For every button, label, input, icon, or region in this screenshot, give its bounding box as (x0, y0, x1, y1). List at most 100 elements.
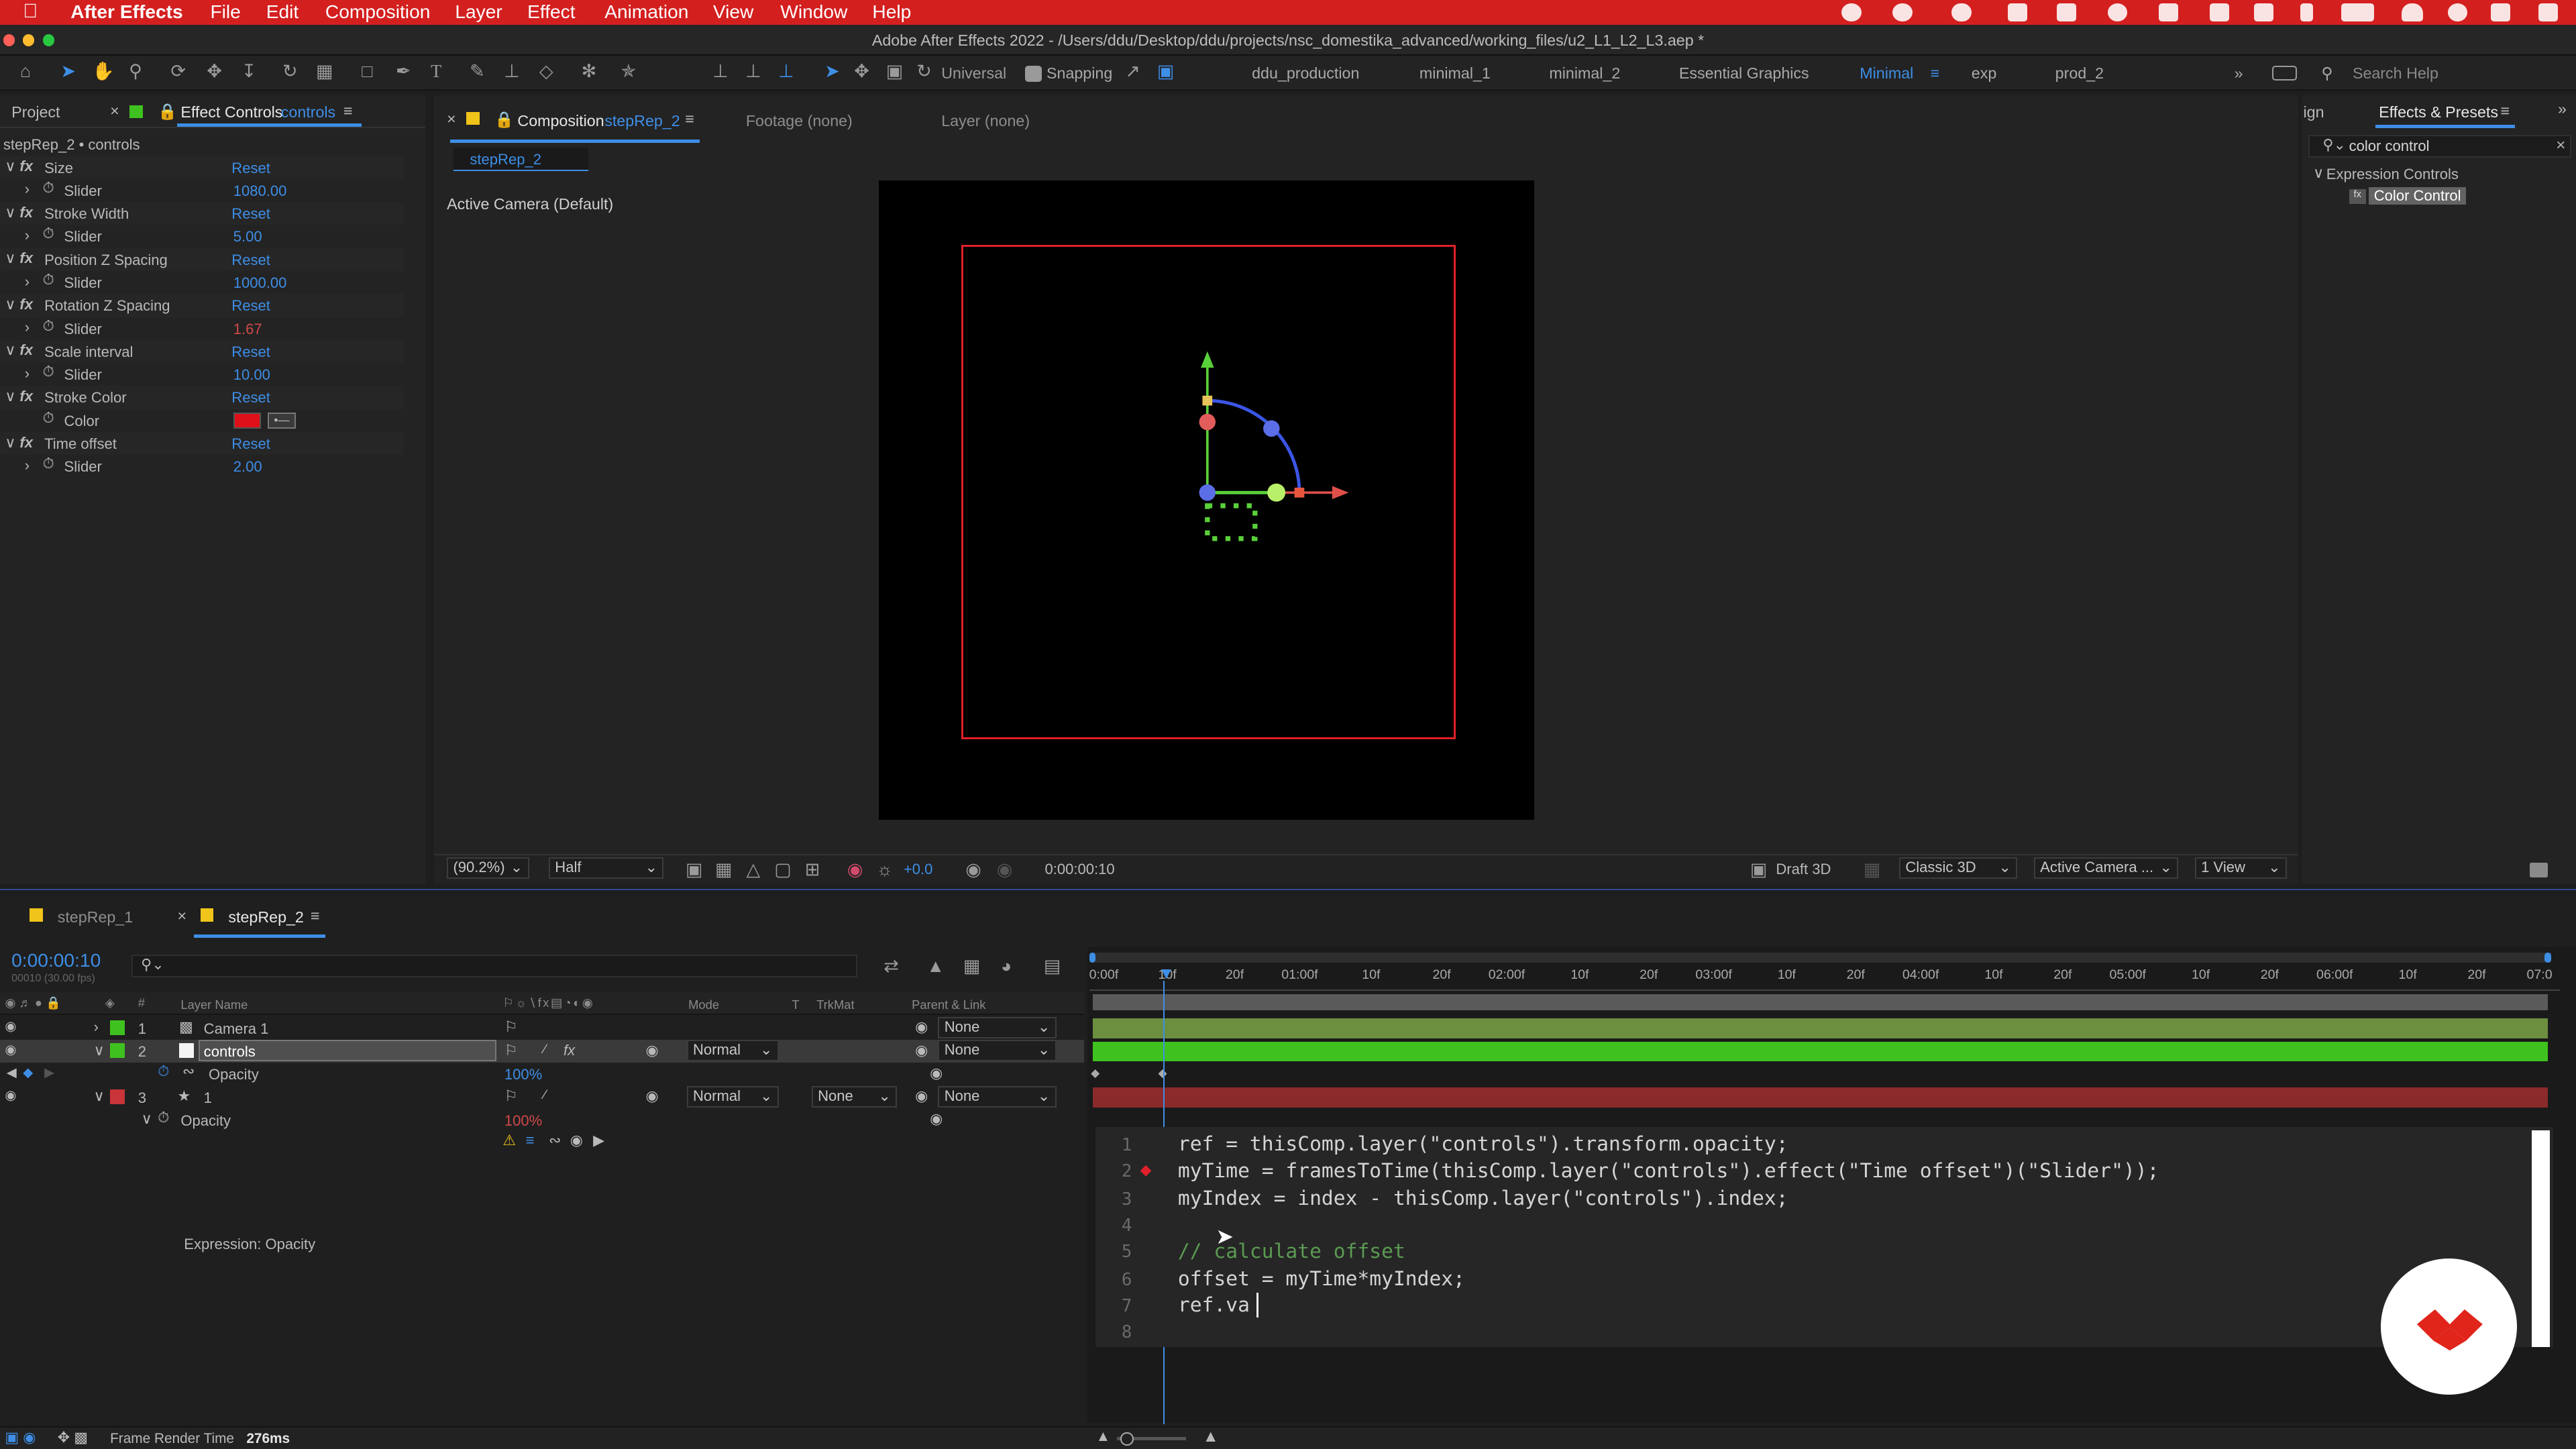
roto-brush-icon[interactable]: ✻ (578, 61, 600, 83)
stopwatch-icon[interactable]: ⏱ (43, 317, 54, 335)
region-of-interest-icon[interactable]: ▢ (772, 859, 794, 881)
transparency-grid-icon[interactable]: ▦ (713, 859, 735, 881)
clear-search-icon[interactable]: × (2556, 136, 2565, 155)
scale-3d-icon[interactable]: ▣ (884, 61, 906, 83)
draft-3d-icon[interactable]: ▣ (1748, 859, 1770, 881)
reset-exposure-icon[interactable]: ☼ (874, 859, 896, 881)
code-line-6[interactable]: offset = myTime*myIndex; (1178, 1267, 1465, 1290)
code-line-7[interactable]: ref.va (1178, 1293, 1250, 1316)
tab-layer[interactable]: Layer (none) (941, 112, 1030, 130)
pan-behind-icon[interactable]: ▦ (314, 61, 335, 83)
shy-switch-icon[interactable]: ⚐ (504, 1018, 518, 1036)
bluetooth-icon[interactable] (2300, 3, 2314, 21)
menu-composition[interactable]: Composition (325, 1, 431, 23)
control-center-icon[interactable] (2490, 3, 2511, 21)
shy-switch-icon[interactable]: ⚐ (504, 1042, 518, 1059)
trkmat-header[interactable]: TrkMat (816, 998, 854, 1012)
cloud-icon[interactable] (1951, 3, 1972, 21)
siri-icon[interactable] (2538, 3, 2559, 21)
grid-icon[interactable] (2158, 3, 2179, 21)
app-status-icon[interactable] (2007, 3, 2028, 21)
zoom-in-icon[interactable]: ▲ (1203, 1428, 1219, 1446)
code-line-1[interactable]: ref = thisComp.layer("controls").transfo… (1178, 1132, 1788, 1155)
snapshot-icon[interactable]: ◉ (963, 859, 984, 881)
menu-file[interactable]: File (210, 1, 240, 23)
view-axis-icon[interactable]: ⊥ (775, 61, 797, 83)
opacity-value[interactable]: 100% (504, 1066, 542, 1083)
menu-animation[interactable]: Animation (604, 1, 688, 23)
code-line-2[interactable]: myTime = framesToTime(thisComp.layer("co… (1178, 1159, 2159, 1182)
parent-dropdown[interactable]: None ⌄ (938, 1016, 1057, 1038)
category-expression-controls[interactable]: Expression Controls (2326, 166, 2459, 183)
eye-icon[interactable]: ◉ (5, 1018, 16, 1034)
stopwatch-icon[interactable]: ⏱ (43, 363, 54, 380)
tab-composition[interactable]: Composition (517, 112, 604, 130)
local-axis-icon[interactable]: ⊥ (710, 61, 731, 83)
clone-stamp-icon[interactable]: ⊥ (501, 61, 523, 83)
workspace-menu-icon[interactable]: ≡ (1931, 64, 1940, 83)
sync-icon[interactable] (1892, 3, 1913, 21)
hand-tool-icon[interactable]: ✋ (92, 61, 115, 83)
eyedropper-icon[interactable]: •— (268, 412, 296, 429)
effect-row[interactable]: ∨ fx Size Reset (0, 156, 405, 179)
menu-window[interactable]: Window (780, 1, 847, 23)
stopwatch-icon[interactable]: ⏱ (43, 179, 54, 197)
3d-layer-icon[interactable]: ◉ (645, 1087, 658, 1105)
reset-link[interactable]: Reset (231, 252, 270, 269)
tab-layer-name[interactable]: controls (281, 103, 335, 121)
chevron-down-icon[interactable]: ∨ (2313, 164, 2324, 182)
parent-dropdown[interactable]: None ⌄ (938, 1040, 1057, 1062)
slider-value[interactable]: 1000.00 (233, 274, 287, 292)
next-keyframe-icon[interactable]: ▶ (44, 1065, 54, 1081)
menu-view[interactable]: View (713, 1, 754, 23)
stopwatch-icon[interactable]: ⏱ (158, 1063, 169, 1080)
chevron-down-icon[interactable]: ∨ (5, 250, 15, 267)
expression-pickwhip-icon[interactable]: ◉ (570, 1132, 583, 1149)
effect-row[interactable]: ∨ fx Scale interval Reset (0, 339, 405, 364)
tab-steprep-2[interactable]: stepRep_2 (228, 908, 303, 926)
chevron-right-icon[interactable]: › (25, 365, 30, 382)
tab-effects-presets[interactable]: Effects & Presets (2379, 103, 2498, 121)
editor-scrollbar[interactable] (2531, 1130, 2550, 1348)
resolution-dropdown[interactable]: Half ⌄ (548, 857, 664, 879)
wifi-icon[interactable] (2402, 3, 2424, 21)
layer-name-header[interactable]: Layer Name (180, 998, 248, 1012)
chevron-down-icon[interactable]: ∨ (5, 434, 15, 451)
layer-label-color[interactable] (110, 1043, 125, 1059)
pickwhip-icon[interactable]: ◉ (915, 1087, 928, 1105)
magnification-dropdown[interactable]: (90.2%) ⌄ (447, 857, 529, 879)
render-info-icons[interactable]: ▣ ◉ (5, 1429, 36, 1446)
menu-help[interactable]: Help (872, 1, 911, 23)
effect-row[interactable]: ∨ fx Rotation Z Spacing Reset (0, 294, 405, 317)
chevron-right-icon[interactable]: » (2235, 64, 2243, 83)
stopwatch-icon[interactable]: ⏱ (158, 1109, 169, 1126)
tab-align[interactable]: ign (2303, 103, 2324, 121)
color-swatch[interactable] (233, 412, 262, 429)
creative-cloud-icon[interactable] (1841, 3, 1862, 21)
globe-icon[interactable] (2108, 3, 2128, 21)
fx-icon[interactable]: fx (19, 296, 33, 313)
pickwhip-icon[interactable]: ◉ (915, 1042, 928, 1059)
move-3d-icon[interactable]: ✥ (851, 61, 873, 83)
select-3d-icon[interactable]: ➤ (821, 61, 843, 83)
mode-header[interactable]: Mode (688, 998, 719, 1012)
puppet-pin-icon[interactable]: ✯ (618, 61, 639, 83)
opacity-value[interactable]: 100% (504, 1112, 542, 1130)
workspace-minimal-1[interactable]: minimal_1 (1419, 64, 1491, 83)
snap-options-icon[interactable]: ↗ (1122, 61, 1144, 83)
effect-row[interactable]: ∨ fx Time offset Reset (0, 432, 405, 455)
property-row-opacity[interactable]: ◀ ◆ ▶ ⏱ ∾ Opacity 100% ◉ (0, 1063, 1084, 1085)
timeline-search-input[interactable]: ⚲⌄ (131, 954, 858, 978)
layer-row-controls[interactable]: ◉ ∨ 2 controls ⚐ ∕ fx ◉ Normal ⌄ ◉ None ⌄ (0, 1040, 1085, 1063)
pickwhip-icon[interactable]: ◉ (915, 1018, 928, 1036)
close-tab-icon[interactable]: × (110, 102, 119, 120)
slider-value[interactable]: 2.00 (233, 458, 262, 476)
layer-name[interactable]: controls (204, 1043, 256, 1061)
zoom-out-icon[interactable]: ▲ (1095, 1428, 1110, 1445)
chevron-down-icon[interactable]: ∨ (94, 1087, 105, 1105)
chevron-down-icon[interactable]: ∨ (5, 341, 15, 359)
camera-gizmo[interactable] (879, 180, 1534, 820)
slider-value[interactable]: 5.00 (233, 228, 262, 246)
panel-menu-icon[interactable]: ≡ (685, 110, 694, 128)
shape-layer-bar[interactable] (1092, 1087, 2548, 1108)
